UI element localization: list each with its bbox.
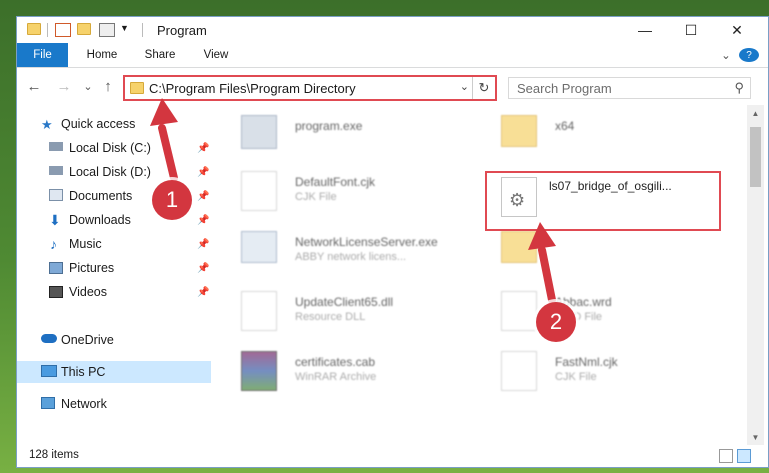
step-badge-1: 1: [152, 180, 192, 220]
step-badge-2: 2: [536, 302, 576, 342]
arrow-2: [528, 222, 556, 304]
annotation-arrows: [150, 98, 556, 304]
arrow-1: [150, 98, 178, 182]
